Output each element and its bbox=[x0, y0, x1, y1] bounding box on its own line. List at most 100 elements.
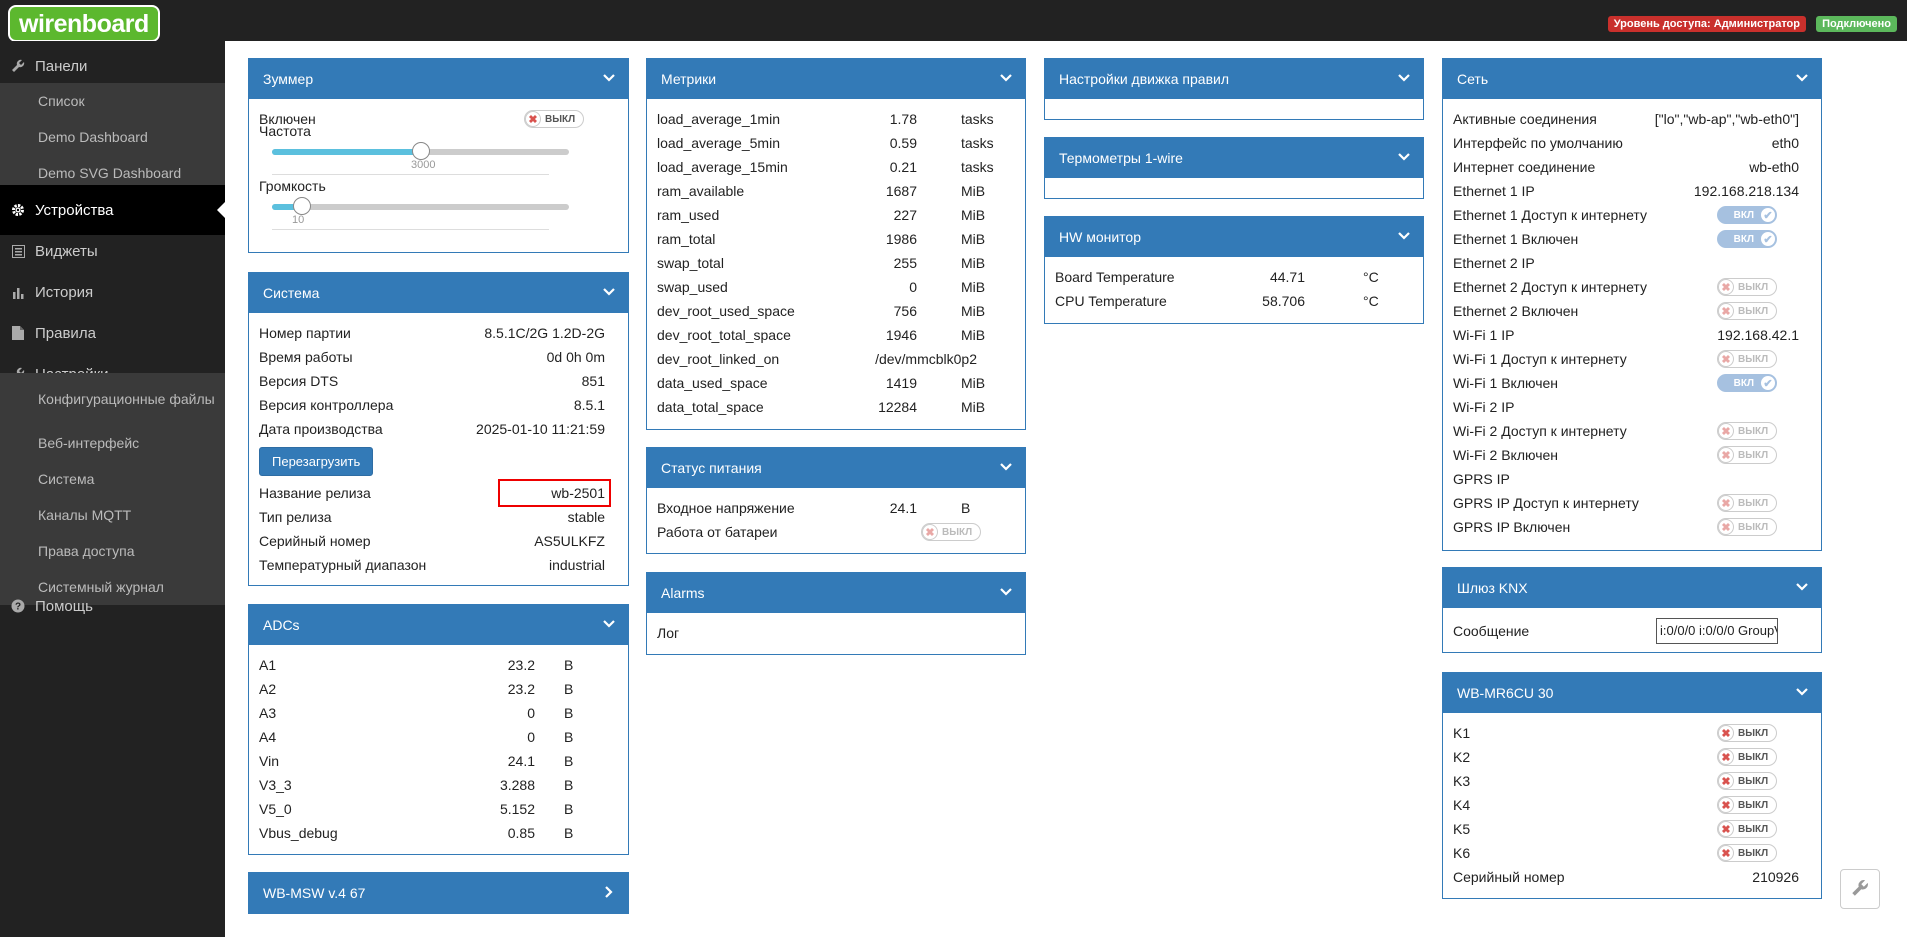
chevron-down-icon[interactable] bbox=[602, 71, 616, 85]
network-toggle[interactable]: ✖ выкл bbox=[1717, 278, 1777, 296]
knx-message-input[interactable]: i:0/0/0 i:0/0/0 GroupValueWrite bbox=[1656, 618, 1778, 644]
voltage-value: 24.1 bbox=[889, 500, 917, 516]
sidebar-item-help[interactable]: ? Помощь bbox=[0, 581, 225, 631]
chevron-down-icon[interactable] bbox=[999, 585, 1013, 599]
row-label: Ethernet 2 Доступ к интернету bbox=[1453, 279, 1647, 295]
row-label: Ethernet 2 Включен bbox=[1453, 303, 1579, 319]
row-label: Wi-Fi 1 IP bbox=[1453, 327, 1515, 343]
toggle-state-text: выкл bbox=[1738, 799, 1769, 811]
panel-header[interactable]: HW монитор bbox=[1045, 217, 1423, 257]
network-toggle[interactable]: вкл ✔ bbox=[1717, 374, 1777, 392]
mr6cu-rows: K1 ✖ выкл K2 ✖ выкл K3 ✖ выкл K4 ✖ выкл K5 ✖ выкл K6 ✖ вы… bbox=[1443, 713, 1821, 895]
network-toggle[interactable]: вкл ✔ bbox=[1717, 206, 1777, 224]
metric-row: ram_available 1687 MiB bbox=[657, 179, 1017, 203]
row-unit: MiB bbox=[961, 279, 986, 295]
chevron-down-icon[interactable] bbox=[1795, 71, 1809, 85]
network-toggle[interactable]: ✖ выкл bbox=[1717, 302, 1777, 320]
chevron-down-icon[interactable] bbox=[1795, 685, 1809, 699]
volume-slider[interactable] bbox=[272, 197, 569, 215]
panel-header[interactable]: WB-MR6CU 30 bbox=[1443, 673, 1821, 713]
row-label: K2 bbox=[1453, 749, 1471, 765]
battery-toggle[interactable]: ✖ выкл bbox=[921, 523, 981, 541]
edit-wrench-button[interactable] bbox=[1840, 869, 1880, 909]
panel-header[interactable]: Сеть bbox=[1443, 59, 1821, 99]
row-label: Тип релиза bbox=[259, 509, 332, 525]
sidebar-subitem-web-ui[interactable]: Веб-интерфейс bbox=[0, 425, 225, 461]
panel-header[interactable]: Термометры 1-wire bbox=[1045, 138, 1423, 178]
panel-header[interactable]: Система bbox=[249, 273, 628, 313]
chevron-down-icon[interactable] bbox=[999, 71, 1013, 85]
row-label: dev_root_total_space bbox=[657, 327, 791, 343]
relay-toggle[interactable]: ✖ выкл bbox=[1717, 748, 1777, 766]
row-value: 1.78 bbox=[889, 111, 917, 127]
slider-handle[interactable] bbox=[412, 142, 430, 160]
slider-handle[interactable] bbox=[293, 197, 311, 215]
row-unit: В bbox=[564, 777, 574, 793]
system-panel: Система Номер партии 8.5.1C/2G 1.2D-2G Вре… bbox=[248, 272, 629, 586]
frequency-slider[interactable] bbox=[272, 142, 569, 160]
network-toggle[interactable]: вкл ✔ bbox=[1717, 230, 1777, 248]
toggle-state-text: выкл bbox=[1738, 775, 1769, 787]
buzzer-enabled-toggle[interactable]: ✖ выкл bbox=[524, 110, 584, 128]
check-icon: ✔ bbox=[1760, 231, 1776, 247]
sidebar-subitem-list[interactable]: Список bbox=[0, 83, 225, 119]
network-toggle[interactable]: ✖ выкл bbox=[1717, 422, 1777, 440]
network-toggle[interactable]: ✖ выкл bbox=[1717, 350, 1777, 368]
row-value: 23.2 bbox=[507, 681, 535, 697]
chevron-down-icon[interactable] bbox=[1397, 150, 1411, 164]
sidebar-subitem-access-rights[interactable]: Права доступа bbox=[0, 533, 225, 569]
chevron-down-icon[interactable] bbox=[602, 285, 616, 299]
toggle-state-text: выкл bbox=[1738, 823, 1769, 835]
panel-header[interactable]: Шлюз KNX bbox=[1443, 568, 1821, 608]
chevron-down-icon[interactable] bbox=[999, 460, 1013, 474]
sidebar-item-label: Помощь bbox=[35, 597, 93, 615]
connection-status-badge: Подключено bbox=[1816, 16, 1897, 32]
row-label: Время работы bbox=[259, 349, 353, 365]
row-label: Версия контроллера bbox=[259, 397, 394, 413]
row-label: GPRS IP Доступ к интернету bbox=[1453, 495, 1639, 511]
panel-header[interactable]: Alarms bbox=[647, 573, 1025, 613]
panel-header[interactable]: WB-MSW v.4 67 bbox=[249, 873, 628, 913]
panel-header[interactable]: Настройки движка правил bbox=[1045, 59, 1423, 99]
chevron-down-icon[interactable] bbox=[1397, 229, 1411, 243]
row-label: GPRS IP bbox=[1453, 471, 1510, 487]
row-unit: В bbox=[564, 801, 574, 817]
panel-header[interactable]: Метрики bbox=[647, 59, 1025, 99]
panel-header[interactable]: ADCs bbox=[249, 605, 628, 645]
relay-toggle[interactable]: ✖ выкл bbox=[1717, 796, 1777, 814]
wirenboard-logo[interactable]: wirenboard bbox=[8, 5, 160, 42]
row-value: 851 bbox=[581, 373, 605, 389]
panel-header[interactable]: Зуммер bbox=[249, 59, 628, 99]
relay-toggle[interactable]: ✖ выкл bbox=[1717, 820, 1777, 838]
relay-toggle[interactable]: ✖ выкл bbox=[1717, 772, 1777, 790]
voltage-label: Входное напряжение bbox=[657, 500, 795, 516]
network-toggle[interactable]: ✖ выкл bbox=[1717, 494, 1777, 512]
row-label: A3 bbox=[259, 705, 277, 721]
row-label: load_average_5min bbox=[657, 135, 780, 151]
network-toggle[interactable]: ✖ выкл bbox=[1717, 518, 1777, 536]
access-level-badge: Уровень доступа: Администратор bbox=[1607, 16, 1806, 32]
chevron-right-icon[interactable] bbox=[602, 885, 616, 899]
sidebar-subitem-config-files[interactable]: Конфигурационные файлы bbox=[0, 373, 225, 425]
toggle-state-text: выкл bbox=[1738, 847, 1769, 859]
row-label: Дата производства bbox=[259, 421, 383, 437]
chevron-down-icon[interactable] bbox=[1795, 580, 1809, 594]
sidebar-subitem-demo-dashboard[interactable]: Demo Dashboard bbox=[0, 119, 225, 155]
network-toggle[interactable]: ✖ выкл bbox=[1717, 446, 1777, 464]
reboot-button[interactable]: Перезагрузить bbox=[259, 447, 374, 476]
close-icon: ✖ bbox=[922, 524, 938, 540]
row-value: 44.71 bbox=[1269, 269, 1305, 285]
row-unit: tasks bbox=[961, 135, 994, 151]
panel-header[interactable]: Статус питания bbox=[647, 448, 1025, 488]
chevron-down-icon[interactable] bbox=[1397, 71, 1411, 85]
chevron-down-icon[interactable] bbox=[602, 617, 616, 631]
network-panel: Сеть Активные соединения ["lo","wb-ap","w… bbox=[1442, 58, 1822, 551]
network-row: GPRS IP bbox=[1453, 467, 1813, 491]
sidebar-subitem-system[interactable]: Система bbox=[0, 461, 225, 497]
row-label: swap_used bbox=[657, 279, 728, 295]
system-row: Номер партии 8.5.1C/2G 1.2D-2G bbox=[259, 321, 619, 345]
relay-toggle[interactable]: ✖ выкл bbox=[1717, 724, 1777, 742]
row-value: 0 bbox=[527, 705, 535, 721]
relay-toggle[interactable]: ✖ выкл bbox=[1717, 844, 1777, 862]
sidebar-subitem-mqtt-channels[interactable]: Каналы MQTT bbox=[0, 497, 225, 533]
